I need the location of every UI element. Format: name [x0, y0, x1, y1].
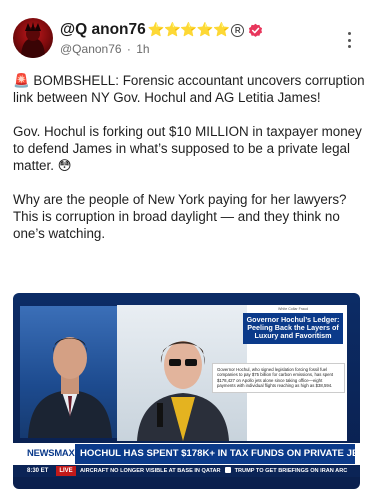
- registered-icon: R: [231, 23, 245, 37]
- news-crawl: 8:30 ET LIVE AIRCRAFT NO LONGER VISIBLE …: [13, 465, 360, 477]
- display-name[interactable]: @Q anon76: [60, 21, 146, 39]
- lower-third-headline: HOCHUL HAS SPENT $178K+ IN TAX FUNDS ON …: [75, 444, 355, 464]
- dot: [347, 32, 351, 35]
- card-kicker: White Collar Fraud: [278, 307, 308, 311]
- card-headline: Governor Hochul’s Ledger: Peeling Back t…: [243, 313, 343, 344]
- card-body-text: Governor Hochul, who signed legislation …: [212, 363, 345, 393]
- avatar[interactable]: [13, 18, 53, 58]
- post-card: @Q anon76 ⭐⭐⭐⭐⭐ R @Qanon76 · 1h 🚨 BOMBSH…: [0, 0, 374, 500]
- lower-third: NEWSMAX HOCHUL HAS SPENT $178K+ IN TAX F…: [13, 443, 360, 465]
- crawl-item: TRUMP TO GET BRIEFINGS ON IRAN ARC: [234, 468, 348, 474]
- newsmax-n-icon: [224, 467, 231, 473]
- anchor-figure: [28, 337, 112, 438]
- dot: [347, 45, 351, 48]
- story-graphic: White Collar Fraud Governor Hochul’s Led…: [117, 305, 347, 441]
- handle-line: @Qanon76 · 1h: [60, 42, 150, 56]
- story-card: White Collar Fraud Governor Hochul’s Led…: [243, 307, 343, 344]
- post-image[interactable]: White Collar Fraud Governor Hochul’s Led…: [13, 293, 360, 489]
- post-paragraph: This is corruption in broad daylight — a…: [13, 209, 340, 241]
- crawl-item: AIRCRAFT NO LONGER VISIBLE AT BASE IN QA…: [80, 468, 221, 474]
- verified-badge-icon: [249, 23, 263, 37]
- post-paragraph: 🚨 BOMBSHELL: Forensic accountant uncover…: [13, 73, 365, 105]
- timestamp[interactable]: 1h: [136, 42, 149, 56]
- live-badge: LIVE: [56, 466, 76, 476]
- crawl-time: 8:30 ET: [27, 465, 55, 477]
- more-options-icon[interactable]: [346, 32, 352, 48]
- post-paragraph: Why are the people of New York paying fo…: [13, 192, 347, 207]
- news-anchor-image: [20, 306, 120, 438]
- crawl-text: AIRCRAFT NO LONGER VISIBLE AT BASE IN QA…: [80, 465, 360, 477]
- newsmax-logo: NEWSMAX: [27, 447, 75, 458]
- post-paragraph: Gov. Hochul is forking out $10 MILLION i…: [13, 124, 362, 173]
- star-icons: ⭐⭐⭐⭐⭐: [147, 22, 230, 37]
- post-text: 🚨 BOMBSHELL: Forensic accountant uncover…: [13, 72, 365, 242]
- display-name-row[interactable]: @Q anon76 ⭐⭐⭐⭐⭐ R: [60, 21, 263, 39]
- handle[interactable]: @Qanon76: [60, 42, 122, 56]
- separator-dot: ·: [126, 42, 131, 56]
- dot: [347, 38, 351, 42]
- avatar-image: [21, 22, 45, 58]
